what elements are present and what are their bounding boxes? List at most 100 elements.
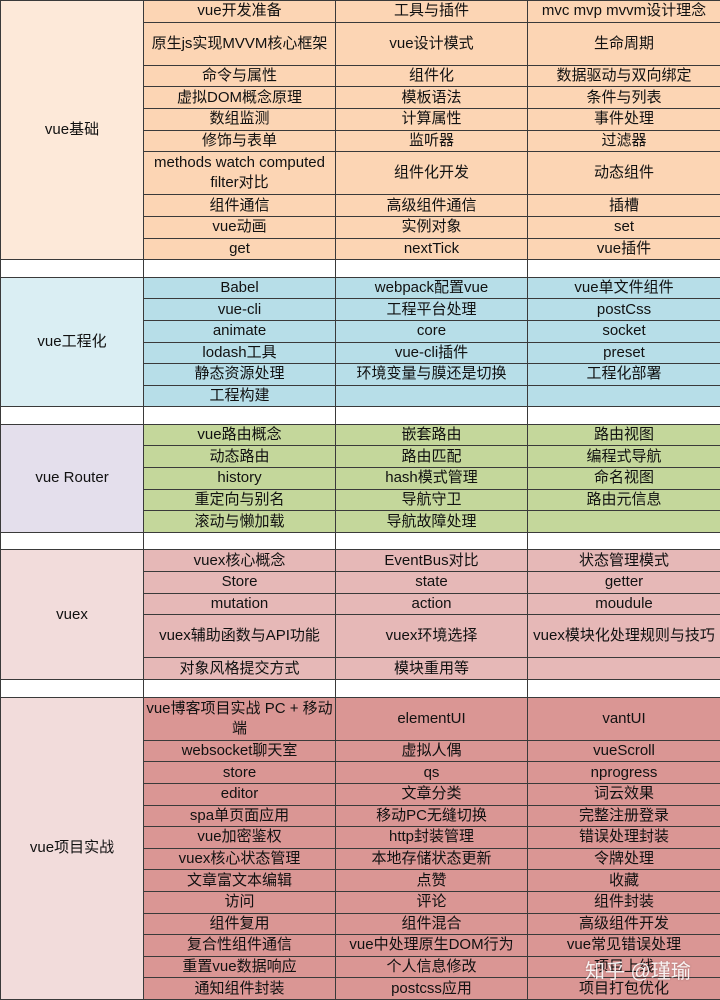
empty-cell <box>144 532 336 550</box>
topic-cell: nextTick <box>336 238 528 260</box>
topic-cell: 计算属性 <box>336 108 528 130</box>
topic-cell: 访问 <box>144 891 336 913</box>
topic-cell: 插槽 <box>528 195 720 217</box>
spacer-row <box>1 260 720 278</box>
topic-cell: vue动画 <box>144 216 336 238</box>
topic-cell: 错误处理封装 <box>528 827 720 849</box>
topic-cell: 高级组件开发 <box>528 913 720 935</box>
topic-cell: vue常见错误处理 <box>528 935 720 957</box>
topic-cell: 组件封装 <box>528 891 720 913</box>
topic-cell <box>528 511 720 533</box>
topic-cell: vuex辅助函数与API功能 <box>144 615 336 658</box>
topic-cell: 工具与插件 <box>336 1 528 23</box>
topic-cell: 完整注册登录 <box>528 805 720 827</box>
spacer-row <box>1 680 720 698</box>
topic-cell: Store <box>144 572 336 594</box>
topic-cell: 组件化开发 <box>336 152 528 195</box>
topic-cell <box>336 385 528 407</box>
section-label-router: vue Router <box>1 424 144 532</box>
topic-cell: 动态路由 <box>144 446 336 468</box>
topic-cell: 状态管理模式 <box>528 550 720 572</box>
topic-cell: 模板语法 <box>336 87 528 109</box>
topic-cell: get <box>144 238 336 260</box>
topic-cell: 条件与列表 <box>528 87 720 109</box>
topic-cell: vue开发准备 <box>144 1 336 23</box>
topic-cell: mvc mvp mvvm设计理念 <box>528 1 720 23</box>
topic-cell: editor <box>144 783 336 805</box>
topic-cell: qs <box>336 762 528 784</box>
topic-cell: vuex核心状态管理 <box>144 848 336 870</box>
topic-cell: 数据驱动与双向绑定 <box>528 65 720 87</box>
empty-cell <box>336 260 528 278</box>
topic-cell: lodash工具 <box>144 342 336 364</box>
topic-cell: 模块重用等 <box>336 658 528 680</box>
topic-cell: action <box>336 593 528 615</box>
empty-cell <box>144 407 336 425</box>
topic-cell: vuex模块化处理规则与技巧 <box>528 615 720 658</box>
topic-cell: websocket聊天室 <box>144 740 336 762</box>
topic-cell: 点赞 <box>336 870 528 892</box>
topic-cell: 动态组件 <box>528 152 720 195</box>
table-row: vue工程化Babelwebpack配置vuevue单文件组件 <box>1 277 720 299</box>
topic-cell: 导航守卫 <box>336 489 528 511</box>
empty-cell <box>1 680 144 698</box>
empty-cell <box>336 407 528 425</box>
topic-cell: 文章富文本编辑 <box>144 870 336 892</box>
table-row: vue项目实战vue博客项目实战 PC + 移动端elementUIvantUI <box>1 697 720 740</box>
topic-cell: animate <box>144 320 336 342</box>
table-row: vue Routervue路由概念嵌套路由路由视图 <box>1 424 720 446</box>
topic-cell: 虚拟DOM概念原理 <box>144 87 336 109</box>
topic-cell: 工程平台处理 <box>336 299 528 321</box>
topic-cell: vuex环境选择 <box>336 615 528 658</box>
topic-cell: vue插件 <box>528 238 720 260</box>
topic-cell: 命名视图 <box>528 468 720 490</box>
topic-cell: 环境变量与膜还是切换 <box>336 364 528 386</box>
table-row: vue基础vue开发准备工具与插件mvc mvp mvvm设计理念 <box>1 1 720 23</box>
topic-cell: 组件化 <box>336 65 528 87</box>
empty-cell <box>144 260 336 278</box>
topic-cell: vuex核心概念 <box>144 550 336 572</box>
table-row: vuexvuex核心概念EventBus对比状态管理模式 <box>1 550 720 572</box>
empty-cell <box>528 260 720 278</box>
topic-cell: vue加密鉴权 <box>144 827 336 849</box>
topic-cell: socket <box>528 320 720 342</box>
topic-cell: 项目打包优化 <box>528 978 720 1000</box>
topic-cell: 静态资源处理 <box>144 364 336 386</box>
topic-cell: elementUI <box>336 697 528 740</box>
topic-cell: vantUI <box>528 697 720 740</box>
topic-cell: Babel <box>144 277 336 299</box>
topic-cell: 数组监测 <box>144 108 336 130</box>
topic-cell: 收藏 <box>528 870 720 892</box>
topic-cell: 个人信息修改 <box>336 956 528 978</box>
topic-cell: postCss <box>528 299 720 321</box>
topic-cell: webpack配置vue <box>336 277 528 299</box>
topic-cell: getter <box>528 572 720 594</box>
topic-cell <box>528 658 720 680</box>
topic-cell: 文章分类 <box>336 783 528 805</box>
topic-cell <box>528 385 720 407</box>
topic-cell: spa单页面应用 <box>144 805 336 827</box>
topic-cell: 对象风格提交方式 <box>144 658 336 680</box>
topic-cell: 本地存储状态更新 <box>336 848 528 870</box>
topic-cell: history <box>144 468 336 490</box>
section-label-vue-basics: vue基础 <box>1 1 144 260</box>
topic-cell: moudule <box>528 593 720 615</box>
topic-cell: state <box>336 572 528 594</box>
topic-cell: store <box>144 762 336 784</box>
topic-cell: vueScroll <box>528 740 720 762</box>
topic-cell: set <box>528 216 720 238</box>
spacer-row <box>1 532 720 550</box>
topic-cell: 评论 <box>336 891 528 913</box>
topic-cell: 修饰与表单 <box>144 130 336 152</box>
topic-cell: hash模式管理 <box>336 468 528 490</box>
topic-cell: 命令与属性 <box>144 65 336 87</box>
topic-cell: vue博客项目实战 PC + 移动端 <box>144 697 336 740</box>
topic-cell: 高级组件通信 <box>336 195 528 217</box>
empty-cell <box>528 532 720 550</box>
topic-cell: vue设计模式 <box>336 22 528 65</box>
topic-cell: mutation <box>144 593 336 615</box>
topic-cell: postcss应用 <box>336 978 528 1000</box>
spacer-row <box>1 407 720 425</box>
topic-cell: 过滤器 <box>528 130 720 152</box>
empty-cell <box>528 680 720 698</box>
